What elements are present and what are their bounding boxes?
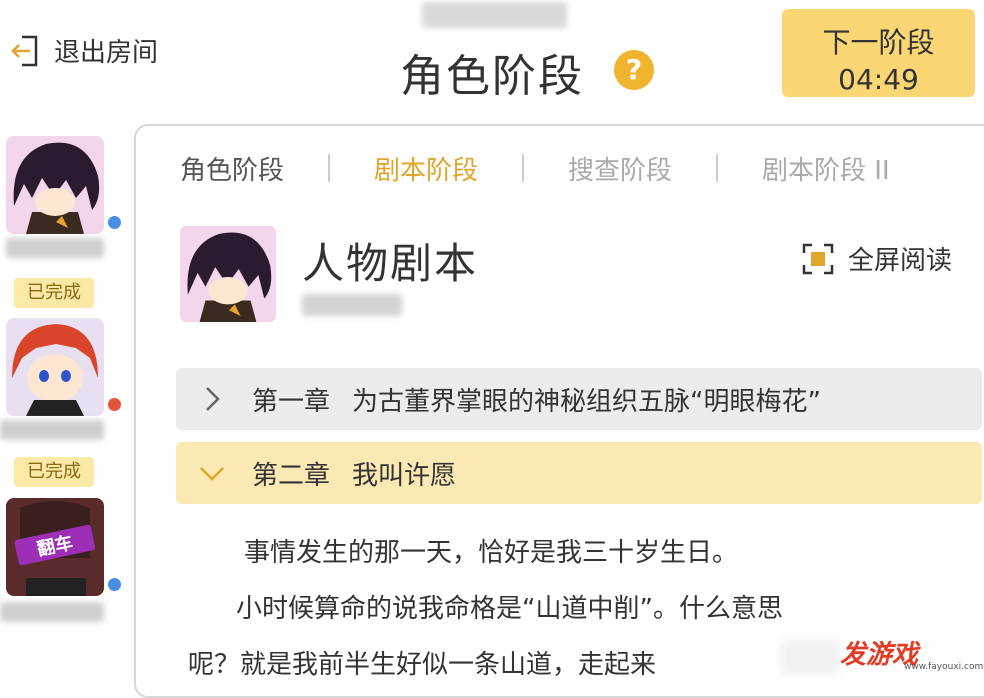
chapter-number: 第二章 (252, 460, 331, 491)
avatar (6, 318, 104, 416)
script-paragraph-line: 小时候算命的说我命格是“山道中削”。什么意思 (236, 594, 783, 624)
chevron-right-icon (206, 387, 220, 411)
text-redacted (780, 640, 840, 674)
chapter-title: 为古董界掌眼的神秘组织五脉“明眼梅花” (352, 386, 821, 417)
script-heading: 人物剧本 (302, 239, 479, 288)
status-dot (108, 398, 121, 411)
tab-search-stage[interactable]: 搜查阶段 (568, 150, 672, 187)
chapter-1-header[interactable]: 第一章 为古董界掌眼的神秘组织五脉“明眼梅花” (176, 368, 982, 430)
stage-tabs: 角色阶段 剧本阶段 搜查阶段 剧本阶段 II (180, 148, 976, 188)
watermark-url: www.fayouxi.com (904, 662, 984, 672)
player-name-redacted (0, 602, 104, 622)
player-avatar[interactable] (6, 136, 104, 234)
script-paragraph-line: 事情发生的那一天，恰好是我三十岁生日。 (244, 538, 739, 568)
fullscreen-read-button[interactable]: 全屏阅读 (802, 240, 952, 277)
player-name-redacted (6, 238, 104, 258)
player-avatar[interactable] (6, 318, 104, 416)
player-name-redacted (0, 420, 104, 440)
status-dot (108, 578, 121, 591)
avatar: 翻车 (6, 498, 104, 596)
fullscreen-icon (802, 243, 834, 274)
character-name-redacted (302, 294, 402, 316)
chapter-2-header[interactable]: 第二章 我叫许愿 (176, 442, 982, 504)
status-badge: 已完成 (14, 278, 94, 308)
chapter-number: 第一章 (252, 386, 331, 417)
script-paragraph-line: 呢？就是我前半生好似一条山道，走起来 (188, 650, 657, 680)
chevron-down-icon (200, 467, 224, 481)
status-badge: 已完成 (14, 457, 94, 487)
countdown-timer: 04:49 (838, 63, 919, 96)
chapter-title: 我叫许愿 (352, 460, 457, 491)
help-icon[interactable]: ? (614, 50, 654, 90)
room-title-redacted (422, 2, 567, 28)
exit-room-button[interactable]: 退出房间 (10, 32, 158, 69)
script-panel: 角色阶段 剧本阶段 搜查阶段 剧本阶段 II 人物剧本 全屏阅读 第一章 为古董… (134, 124, 984, 698)
avatar (6, 136, 104, 234)
tab-divider (328, 154, 331, 182)
exit-room-label: 退出房间 (54, 38, 159, 68)
tab-divider (716, 154, 719, 182)
next-stage-label: 下一阶段 (822, 26, 935, 59)
tab-role-stage[interactable]: 角色阶段 (180, 150, 284, 187)
fullscreen-label: 全屏阅读 (848, 246, 953, 276)
status-dot (108, 216, 121, 229)
tab-script-stage-2[interactable]: 剧本阶段 II (762, 150, 890, 187)
next-stage-button[interactable]: 下一阶段 04:49 (782, 9, 975, 97)
tab-divider (522, 154, 525, 182)
exit-icon (11, 35, 38, 66)
tab-script-stage[interactable]: 剧本阶段 (374, 150, 478, 187)
page-title: 角色阶段 (400, 51, 584, 102)
site-watermark: 发游戏 www.fayouxi.com (840, 632, 983, 673)
character-avatar (180, 226, 276, 322)
player-avatar[interactable]: 翻车 (6, 498, 104, 596)
